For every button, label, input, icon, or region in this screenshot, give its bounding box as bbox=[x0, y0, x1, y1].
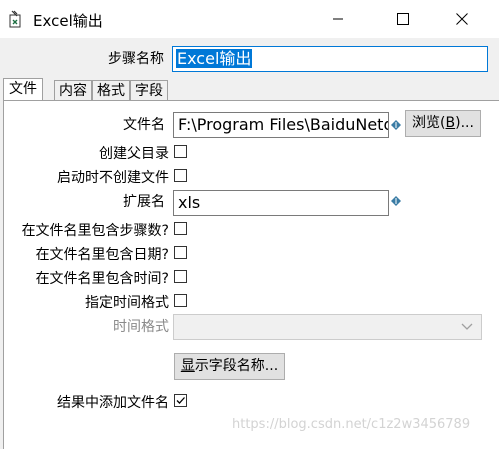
minimize-icon bbox=[333, 18, 343, 20]
filename-label: 文件名 bbox=[123, 117, 165, 133]
time-format-label: 时间格式 bbox=[113, 319, 169, 335]
time-format-combo[interactable] bbox=[173, 314, 482, 340]
create-parent-dir-checkbox[interactable] bbox=[174, 145, 187, 158]
minimize-button[interactable] bbox=[315, 0, 361, 38]
tab-file[interactable]: 文件 bbox=[3, 78, 43, 102]
include-time-label: 在文件名里包含时间? bbox=[35, 271, 169, 287]
step-name-label: 步骤名称 bbox=[108, 51, 164, 67]
add-to-result-checkbox[interactable] bbox=[174, 394, 187, 407]
tab-content-label: 内容 bbox=[59, 83, 87, 99]
browse-button[interactable]: 浏览(B)... bbox=[405, 110, 481, 137]
spoon-app-icon bbox=[9, 10, 21, 28]
dialog-body: 步骤名称 Excel输出 文件 内容 格式 字段 文件名 F:\Program … bbox=[0, 38, 499, 449]
variable-icon bbox=[391, 120, 401, 130]
no-create-on-start-label: 启动时不创建文件 bbox=[57, 170, 169, 186]
title-bar: Excel输出 bbox=[0, 0, 499, 38]
close-icon bbox=[456, 13, 468, 25]
tab-format[interactable]: 格式 bbox=[92, 80, 130, 101]
filename-input[interactable]: F:\Program Files\BaiduNetdis bbox=[173, 112, 389, 138]
window-title: Excel输出 bbox=[33, 12, 103, 30]
browse-mnemonic: B bbox=[445, 115, 456, 131]
specify-time-format-label: 指定时间格式 bbox=[85, 295, 169, 311]
show-fields-label: 示字段名称... bbox=[194, 358, 279, 374]
browse-suffix: )... bbox=[455, 115, 474, 131]
tab-fields-label: 字段 bbox=[135, 83, 163, 99]
browse-label: 浏览( bbox=[412, 115, 446, 131]
variable-icon bbox=[391, 196, 401, 206]
chevron-down-icon bbox=[461, 323, 473, 330]
add-to-result-label: 结果中添加文件名 bbox=[57, 395, 169, 411]
maximize-button[interactable] bbox=[380, 0, 426, 38]
extension-input[interactable]: xls bbox=[173, 190, 389, 216]
watermark: https://blog.csdn.net/c1z2w3456789 bbox=[232, 417, 471, 432]
show-field-names-button[interactable]: 显示字段名称... bbox=[174, 353, 285, 380]
no-create-on-start-checkbox[interactable] bbox=[174, 169, 187, 182]
tab-content[interactable]: 内容 bbox=[54, 80, 92, 101]
include-date-checkbox[interactable] bbox=[174, 246, 187, 259]
tab-file-label: 文件 bbox=[9, 81, 37, 97]
tab-fields[interactable]: 字段 bbox=[130, 80, 168, 101]
include-stepnr-checkbox[interactable] bbox=[174, 222, 187, 235]
step-name-input[interactable]: Excel输出 bbox=[172, 46, 488, 72]
maximize-icon bbox=[397, 13, 409, 25]
specify-time-format-checkbox[interactable] bbox=[174, 294, 187, 307]
extension-label: 扩展名 bbox=[123, 194, 165, 210]
tab-format-label: 格式 bbox=[97, 83, 125, 99]
include-date-label: 在文件名里包含日期? bbox=[35, 247, 169, 263]
include-stepnr-label: 在文件名里包含步骤数? bbox=[21, 223, 169, 239]
show-fields-mnemonic: 显 bbox=[180, 358, 195, 374]
step-name-value: Excel输出 bbox=[176, 49, 253, 68]
create-parent-dir-label: 创建父目录 bbox=[99, 146, 169, 162]
checkmark-icon bbox=[176, 397, 185, 404]
include-time-checkbox[interactable] bbox=[174, 270, 187, 283]
close-button[interactable] bbox=[439, 0, 485, 38]
